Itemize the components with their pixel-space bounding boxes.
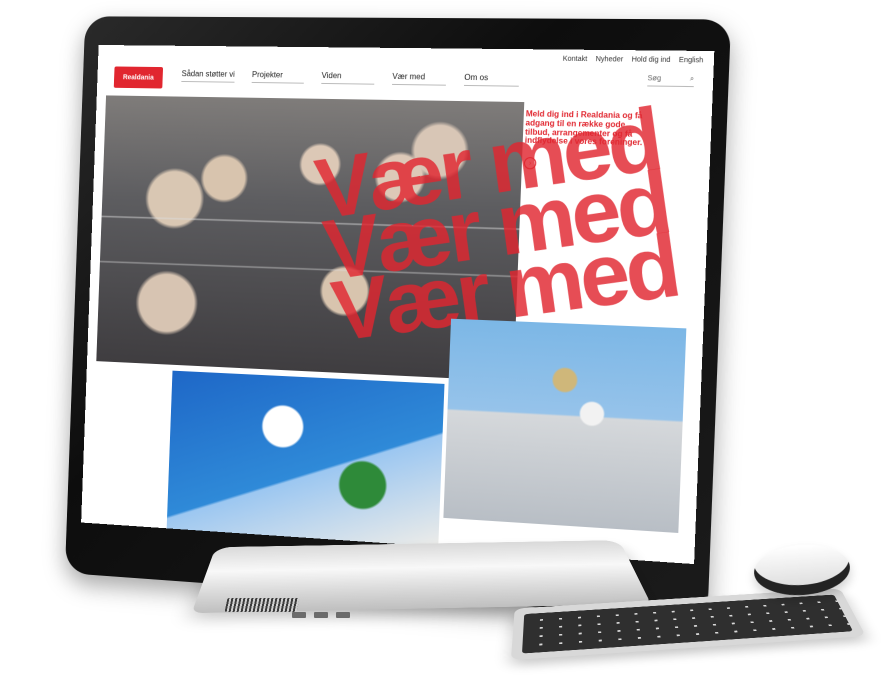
top-links: Kontakt Nyheder Hold dig ind English [563,56,704,65]
main-navigation: Sådan støtter vi Projekter Viden Vær med… [181,69,520,87]
top-link-english[interactable]: English [679,57,704,65]
nav-item-projects[interactable]: Projekter [251,70,305,84]
port-1 [292,612,306,618]
nav-item-about[interactable]: Om os [464,72,520,87]
top-link-join[interactable]: Hold dig ind [631,56,670,64]
desktop-monitor-scene: Kontakt Nyheder Hold dig ind English Rea… [0,0,883,684]
website-screen: Kontakt Nyheder Hold dig ind English Rea… [81,45,715,565]
top-link-contact[interactable]: Kontakt [563,56,588,63]
search-icon[interactable]: ⌕ [690,76,694,86]
search-field[interactable]: Søg ⌕ [647,75,695,88]
nav-item-knowledge[interactable]: Viden [321,71,375,85]
promo-photo-left[interactable] [166,370,445,555]
monitor: Kontakt Nyheder Hold dig ind English Rea… [0,0,883,684]
vent-grille [224,598,300,612]
hero-display-text: Vær med Vær med Vær med [310,90,682,360]
port-3 [336,612,350,618]
promo-photo-right[interactable] [443,318,687,533]
search-placeholder: Søg [647,75,662,83]
nav-item-support[interactable]: Sådan støtter vi [181,69,235,83]
top-link-news[interactable]: Nyheder [595,56,623,63]
port-2 [314,612,328,618]
site-logo[interactable]: Realdania [113,66,164,89]
nav-item-join[interactable]: Vær med [392,71,447,86]
